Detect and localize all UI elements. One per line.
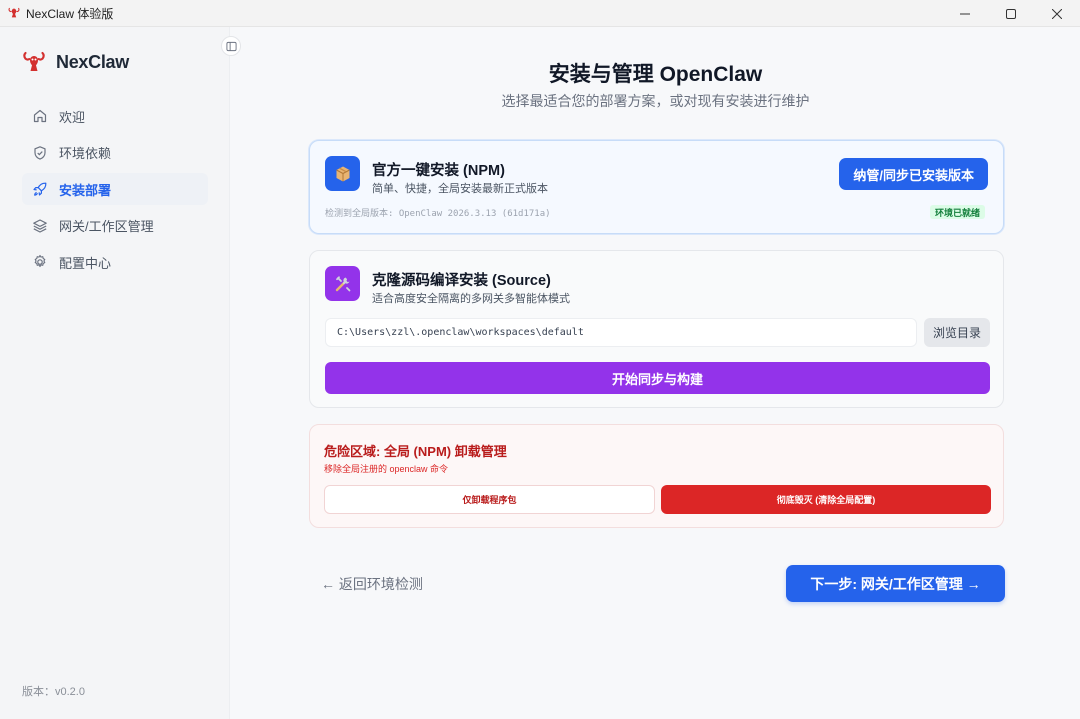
sidebar-item-label: 欢迎: [59, 109, 86, 125]
shield-check-icon: [34, 145, 46, 160]
workspace-path-input[interactable]: [325, 318, 917, 347]
sidebar-item-welcome[interactable]: 欢迎: [22, 100, 208, 132]
sidebar-item-label: 安装部署: [59, 182, 112, 198]
main-content: 安装与管理 OpenClaw 选择最适合您的部署方案，或对现有安装进行维护 官方…: [231, 27, 1080, 719]
sidebar-toggle-icon: [225, 41, 237, 51]
next-step-button[interactable]: 下一步: 网关/工作区管理 →: [786, 565, 1005, 602]
sidebar-item-environment[interactable]: 环境依赖: [22, 137, 208, 169]
sidebar: NexClaw 欢迎 环境依赖 安装部署 网关/工作区管理 配置中心 版本：v0…: [0, 27, 230, 719]
sidebar-item-gateway[interactable]: 网关/工作区管理: [22, 210, 208, 242]
layers-icon: [33, 218, 47, 233]
sidebar-collapse-button[interactable]: [221, 36, 241, 56]
danger-zone-title: 危险区域: 全局 (NPM) 卸载管理: [324, 444, 507, 459]
source-install-card: 克隆源码编译安装 (Source) 适合高度安全隔离的多网关多智能体模式 浏览目…: [309, 250, 1004, 408]
sidebar-nav: 欢迎 环境依赖 安装部署 网关/工作区管理 配置中心: [22, 100, 208, 283]
sidebar-item-install[interactable]: 安装部署: [22, 173, 208, 205]
danger-zone-card: 危险区域: 全局 (NPM) 卸载管理 移除全局注册的 openclaw 命令 …: [309, 424, 1004, 528]
browse-directory-button[interactable]: 浏览目录: [924, 318, 990, 347]
gear-icon: [34, 254, 46, 268]
window-title: NexClaw 体验版: [26, 6, 114, 21]
package-icon: [325, 156, 360, 191]
home-icon: [33, 109, 47, 123]
close-icon: [1052, 8, 1062, 19]
detected-version-text: 检测到全局版本: OpenClaw 2026.3.13 (61d171a): [325, 209, 551, 219]
source-card-title: 克隆源码编译安装 (Source): [372, 273, 551, 289]
minimize-button[interactable]: [942, 0, 988, 27]
sidebar-item-config[interactable]: 配置中心: [22, 246, 208, 278]
sync-installed-version-button[interactable]: 纳管/同步已安装版本: [839, 158, 988, 190]
maximize-button[interactable]: [988, 0, 1034, 27]
app-version: 版本：v0.2.0: [22, 686, 85, 698]
npm-card-title: 官方一键安装 (NPM): [372, 163, 505, 179]
page-title: 安装与管理 OpenClaw: [548, 63, 763, 86]
uninstall-package-button[interactable]: 仅卸载程序包: [324, 485, 655, 514]
start-sync-build-button[interactable]: 开始同步与构建: [325, 362, 990, 394]
sidebar-item-label: 网关/工作区管理: [59, 219, 154, 234]
brand-name: NexClaw: [56, 51, 129, 72]
sidebar-item-label: 配置中心: [59, 255, 112, 271]
lobster-icon: [7, 6, 21, 20]
back-to-environment-link[interactable]: ← 返回环境检测: [321, 574, 423, 594]
brand: NexClaw: [21, 49, 129, 75]
page-subtitle: 选择最适合您的部署方案，或对现有安装进行维护: [501, 93, 810, 109]
rocket-icon: [33, 182, 47, 196]
tools-icon: [325, 266, 360, 301]
destroy-all-button[interactable]: 彻底毁灭 (清除全局配置): [661, 485, 991, 514]
lobster-logo-icon: [23, 51, 45, 71]
sidebar-item-label: 环境依赖: [59, 146, 112, 161]
status-badge: 环境已就绪: [929, 205, 985, 219]
danger-zone-desc: 移除全局注册的 openclaw 命令: [324, 464, 449, 474]
npm-install-card: 官方一键安装 (NPM) 简单、快捷，全局安装最新正式版本 纳管/同步已安装版本…: [309, 140, 1004, 234]
npm-card-desc: 简单、快捷，全局安装最新正式版本: [372, 183, 548, 195]
source-card-desc: 适合高度安全隔离的多网关多智能体模式: [372, 293, 570, 305]
maximize-icon: [1006, 8, 1016, 19]
title-bar: NexClaw 体验版: [0, 0, 1080, 27]
minimize-icon: [960, 13, 970, 14]
close-window-button[interactable]: [1034, 0, 1080, 27]
